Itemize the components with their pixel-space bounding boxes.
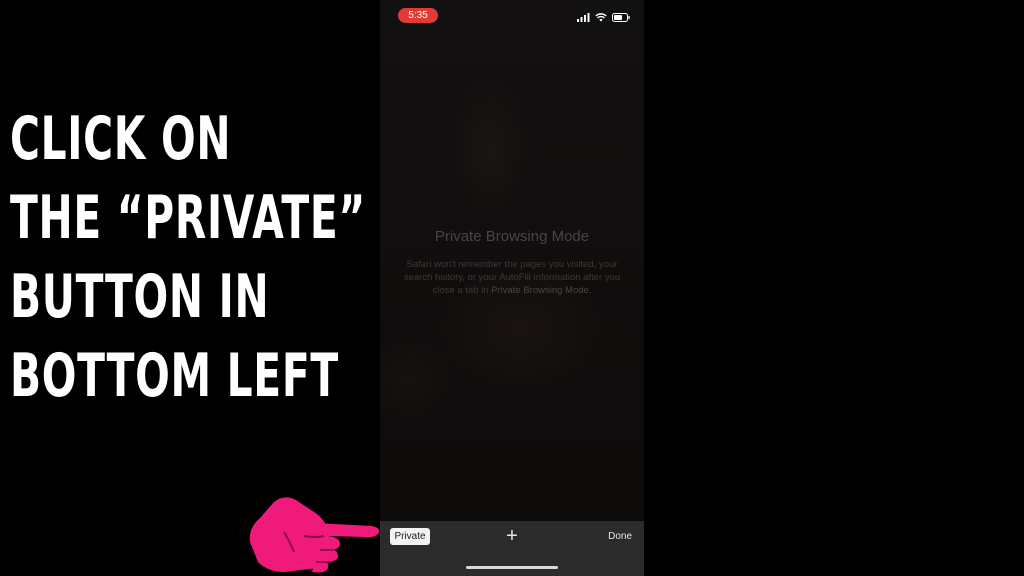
status-time: 5:35: [398, 8, 438, 23]
private-browsing-description: Safari won't remember the pages you visi…: [396, 258, 628, 297]
description-suffix: .: [588, 285, 592, 296]
status-icons: [577, 9, 630, 27]
signal-icon: [577, 9, 590, 27]
instruction-line: THE “PRIVATE”: [10, 183, 366, 253]
phone-screen: 5:35 Private Browsing Mode Safari won't …: [380, 0, 644, 576]
wifi-icon: [595, 9, 607, 27]
private-browsing-title: Private Browsing Mode: [434, 228, 590, 245]
instruction-line: BUTTON IN: [10, 262, 270, 332]
instruction-text: CLICK ON THE “PRIVATE” BUTTON IN BOTTOM …: [10, 100, 366, 416]
new-tab-button[interactable]: +: [502, 525, 522, 547]
status-bar: 5:35: [380, 0, 644, 34]
home-indicator[interactable]: [466, 566, 558, 569]
private-button[interactable]: Private: [390, 528, 430, 545]
done-button[interactable]: Done: [608, 528, 632, 545]
tab-toolbar: Private + Done: [380, 521, 644, 576]
instruction-line: CLICK ON: [10, 104, 232, 174]
battery-icon: [612, 9, 630, 27]
instruction-line: BOTTOM LEFT: [10, 341, 339, 411]
pointing-hand-icon: [244, 492, 384, 576]
video-frame: CLICK ON THE “PRIVATE” BUTTON IN BOTTOM …: [0, 0, 1024, 576]
description-link: Private Browsing Mode: [491, 285, 589, 296]
